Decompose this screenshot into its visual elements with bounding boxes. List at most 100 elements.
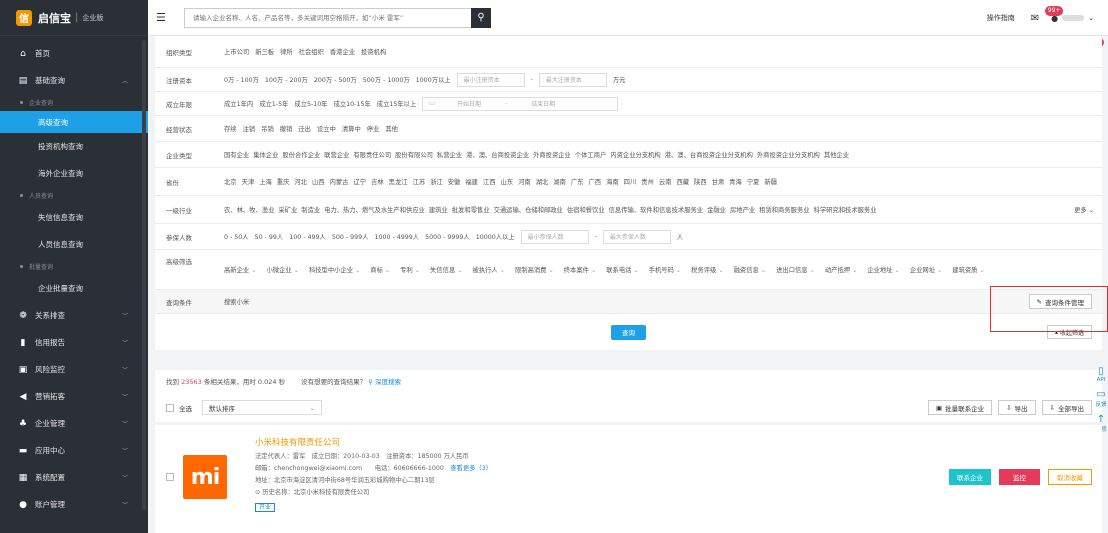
filter-option-advanced[interactable]: 建筑资质 bbox=[952, 265, 984, 274]
deep-search-link[interactable]: ⚲ 深度搜索 bbox=[368, 378, 401, 386]
filter-option-insured[interactable]: 10000人以上 bbox=[476, 232, 515, 241]
filter-option-province[interactable]: 广东 bbox=[571, 177, 584, 186]
filter-option-province[interactable]: 新疆 bbox=[764, 177, 777, 186]
filter-option-insured[interactable]: 0 - 50人 bbox=[224, 232, 249, 241]
search-icon[interactable]: ⚲ bbox=[471, 7, 491, 28]
filter-option-org-type[interactable]: 投资机构 bbox=[361, 47, 386, 56]
user-name-blur[interactable] bbox=[1062, 15, 1085, 21]
filter-option-province[interactable]: 吉林 bbox=[371, 177, 384, 186]
filter-option-status[interactable]: 注销 bbox=[243, 124, 256, 133]
sidebar-item-account[interactable]: ● 账户管理 ﹀ bbox=[0, 491, 148, 518]
filter-option-ent-type[interactable]: 国有企业 bbox=[224, 150, 249, 159]
filter-option-advanced[interactable]: 企业网址 bbox=[910, 265, 942, 274]
filter-option-status[interactable]: 吊销 bbox=[261, 124, 274, 133]
filter-option-insured[interactable]: 1000 - 4999人 bbox=[374, 232, 419, 241]
filter-option-province[interactable]: 江苏 bbox=[413, 177, 426, 186]
filter-option-industry[interactable]: 建筑业 bbox=[429, 205, 448, 214]
filter-option-advanced[interactable]: 终本案件 bbox=[564, 265, 596, 274]
sidebar-item-investor[interactable]: 投资机构查询 bbox=[0, 133, 148, 160]
filter-option-org-type[interactable]: 香港企业 bbox=[330, 47, 355, 56]
filter-option-status[interactable]: 设立中 bbox=[317, 124, 336, 133]
filter-option-status[interactable]: 其他 bbox=[385, 124, 398, 133]
row-checkbox[interactable] bbox=[166, 473, 174, 481]
filter-option-province[interactable]: 黑龙江 bbox=[389, 177, 408, 186]
feedback-button[interactable]: ▭ 反馈 bbox=[1094, 389, 1108, 408]
filter-option-province[interactable]: 海南 bbox=[606, 177, 619, 186]
filter-option-province[interactable]: 北京 bbox=[224, 177, 237, 186]
filter-option-advanced[interactable]: 税务评级 bbox=[691, 265, 723, 274]
filter-option-insured[interactable]: 100 - 499人 bbox=[289, 232, 326, 241]
guide-link[interactable]: 操作指南 bbox=[987, 13, 1015, 23]
filter-option-province[interactable]: 河北 bbox=[294, 177, 307, 186]
filter-option-province[interactable]: 福建 bbox=[465, 177, 478, 186]
filter-option-status[interactable]: 清算中 bbox=[342, 124, 361, 133]
sidebar-item-person-info[interactable]: 人员信息查询 bbox=[0, 231, 148, 258]
sidebar-item-batch[interactable]: 企业批量查询 bbox=[0, 275, 148, 302]
filter-option-capital[interactable]: 500万 - 1000万 bbox=[363, 75, 410, 84]
filter-option-ent-type[interactable]: 私营企业 bbox=[437, 150, 462, 159]
company-name[interactable]: 小米科技有限责任公司 bbox=[255, 437, 492, 449]
filter-option-ent-type[interactable]: 股份有限公司 bbox=[395, 150, 433, 159]
filter-option-ent-type[interactable]: 外商投资企业 bbox=[533, 150, 571, 159]
filter-option-ent-type[interactable]: 内资企业分支机构 bbox=[610, 150, 660, 159]
filter-option-province[interactable]: 内蒙古 bbox=[330, 177, 349, 186]
filter-option-status[interactable]: 撤销 bbox=[280, 124, 293, 133]
sort-select[interactable]: 默认排序 ⌄ bbox=[202, 400, 322, 415]
filter-option-capital[interactable]: 100万 - 200万 bbox=[265, 75, 308, 84]
filter-option-advanced[interactable]: 企业地址 bbox=[867, 265, 899, 274]
filter-option-industry[interactable]: 房地产业 bbox=[730, 205, 755, 214]
legal-rep-link[interactable]: 雷军 bbox=[293, 453, 306, 460]
filter-option-province[interactable]: 西藏 bbox=[676, 177, 689, 186]
filter-option-status[interactable]: 存续 bbox=[224, 124, 237, 133]
filter-option-ent-type[interactable]: 股份合作企业 bbox=[282, 150, 320, 159]
sidebar-item-relation[interactable]: ❁ 关系排查 ﹀ bbox=[0, 302, 148, 329]
export-all-button[interactable]: ⇩ 全部导出 bbox=[1041, 400, 1092, 415]
sidebar-item-overseas[interactable]: 海外企业查询 bbox=[0, 160, 148, 187]
capital-min-input[interactable]: 最小注册资本 bbox=[456, 72, 525, 87]
sidebar-scrollbar[interactable] bbox=[142, 40, 146, 510]
filter-option-industry[interactable]: 科学研究和技术服务业 bbox=[814, 205, 877, 214]
filter-option-ent-type[interactable]: 外商投资企业分支机构 bbox=[757, 150, 820, 159]
chevron-down-icon[interactable]: ⌄ bbox=[1088, 14, 1094, 22]
insured-min-input[interactable]: 最小参保人数 bbox=[520, 229, 589, 244]
filter-option-advanced[interactable]: 手机号码 bbox=[649, 265, 681, 274]
filter-option-advanced[interactable]: 联系电话 bbox=[606, 265, 638, 274]
date-range-input[interactable]: ▭ 开始日期 - 结束日期 bbox=[422, 96, 619, 111]
filter-option-capital[interactable]: 0万 - 100万 bbox=[224, 75, 259, 84]
filter-option-province[interactable]: 陕西 bbox=[694, 177, 707, 186]
filter-option-province[interactable]: 重庆 bbox=[277, 177, 290, 186]
filter-option-advanced[interactable]: 融资信息 bbox=[734, 265, 766, 274]
filter-option-advanced[interactable]: 进出口信息 bbox=[776, 265, 815, 274]
filter-option-ent-type[interactable]: 集体企业 bbox=[253, 150, 278, 159]
filter-option-org-type[interactable]: 上市公司 bbox=[224, 47, 249, 56]
filter-option-province[interactable]: 云南 bbox=[659, 177, 672, 186]
filter-option-industry[interactable]: 交通运输、仓储和邮政业 bbox=[494, 205, 563, 214]
filter-option-founded[interactable]: 成立1年内 bbox=[224, 99, 253, 108]
more-contacts-link[interactable]: 查看更多（3） bbox=[450, 465, 492, 472]
filter-option-insured[interactable]: 500 - 999人 bbox=[332, 232, 369, 241]
filter-option-ent-type[interactable]: 个体工商户 bbox=[575, 150, 606, 159]
filter-option-org-type[interactable]: 社会组织 bbox=[299, 47, 324, 56]
filter-option-province[interactable]: 湖北 bbox=[536, 177, 549, 186]
filter-option-industry[interactable]: 电力、热力、燃气及水生产和供应业 bbox=[324, 205, 425, 214]
filter-option-advanced[interactable]: 动产抵押 bbox=[825, 265, 857, 274]
filter-option-ent-type[interactable]: 有限责任公司 bbox=[353, 150, 391, 159]
filter-option-province[interactable]: 湖南 bbox=[553, 177, 566, 186]
filter-option-province[interactable]: 贵州 bbox=[641, 177, 654, 186]
filter-option-province[interactable]: 河南 bbox=[518, 177, 531, 186]
export-button[interactable]: ⇩ 导出 bbox=[998, 400, 1036, 415]
filter-option-province[interactable]: 山东 bbox=[501, 177, 514, 186]
filter-option-province[interactable]: 山西 bbox=[312, 177, 325, 186]
filter-option-insured[interactable]: 5000 - 9999人 bbox=[425, 232, 470, 241]
filter-option-advanced[interactable]: 商标 bbox=[370, 265, 390, 274]
filter-option-industry[interactable]: 农、林、牧、渔业 bbox=[224, 205, 274, 214]
filter-option-province[interactable]: 甘肃 bbox=[712, 177, 725, 186]
sidebar-item-app-center[interactable]: ▬ 应用中心 ﹀ bbox=[0, 437, 148, 464]
filter-option-industry[interactable]: 住宿和餐饮业 bbox=[567, 205, 605, 214]
sidebar-item-advanced[interactable]: 高级查询 bbox=[0, 111, 148, 133]
sidebar-item-system[interactable]: ▦ 系统配置 ﹀ bbox=[0, 464, 148, 491]
api-button[interactable]: ▯ API bbox=[1094, 366, 1108, 383]
filter-option-advanced[interactable]: 小微企业 bbox=[266, 265, 298, 274]
filter-option-advanced[interactable]: 科技型中小企业 bbox=[309, 265, 360, 274]
filter-option-province[interactable]: 天津 bbox=[242, 177, 255, 186]
